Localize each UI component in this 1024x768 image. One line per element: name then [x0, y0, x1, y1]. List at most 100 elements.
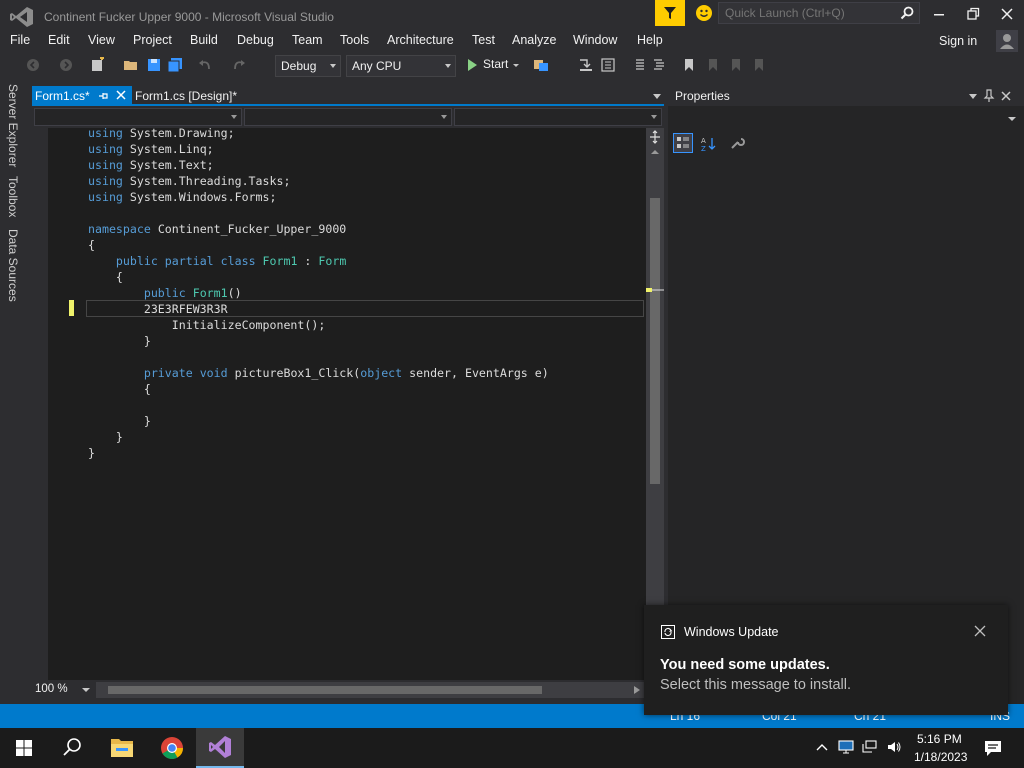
code-line[interactable]: { [88, 381, 151, 397]
alphabetical-sort-icon[interactable]: AZ [699, 135, 717, 153]
bookmark-icon[interactable] [681, 57, 697, 73]
uncomment-lines-icon[interactable] [652, 57, 668, 73]
close-tab-icon[interactable] [115, 89, 127, 101]
editor-horizontal-scroll-thumb[interactable] [108, 686, 542, 694]
code-line[interactable]: } [88, 333, 151, 349]
step-over-icon[interactable] [600, 57, 616, 73]
new-project-icon[interactable] [89, 57, 105, 73]
notification-filter-icon[interactable] [655, 0, 685, 26]
clock-time[interactable]: 5:16 PM [917, 732, 962, 746]
property-pages-wrench-icon[interactable] [729, 135, 745, 151]
menu-view[interactable]: View [88, 33, 115, 47]
code-line[interactable]: InitializeComponent(); [88, 317, 326, 333]
visual-studio-taskbar-button[interactable] [196, 728, 244, 768]
zoom-dropdown-icon[interactable] [82, 687, 90, 693]
data-sources-tab[interactable]: Data Sources [6, 229, 20, 302]
tab-form1-design[interactable]: Form1.cs [Design]* [135, 89, 237, 103]
code-line[interactable]: 23E3RFEW3R3R [88, 301, 228, 317]
menu-window[interactable]: Window [573, 33, 617, 47]
navigate-back-icon[interactable] [25, 57, 41, 73]
start-button[interactable] [0, 728, 48, 768]
code-line[interactable]: { [88, 237, 95, 253]
toast-close-icon[interactable] [972, 623, 988, 639]
toolbox-tab[interactable]: Toolbox [6, 176, 20, 217]
menu-build[interactable]: Build [190, 33, 218, 47]
menu-project[interactable]: Project [133, 33, 172, 47]
menu-file[interactable]: File [10, 33, 30, 47]
restore-icon[interactable] [963, 4, 983, 24]
close-window-icon[interactable] [997, 4, 1017, 24]
undo-icon[interactable] [197, 57, 213, 73]
menu-edit[interactable]: Edit [48, 33, 70, 47]
properties-object-selector[interactable] [668, 110, 1020, 128]
object-selector-dropdown-icon[interactable] [1008, 116, 1016, 122]
menu-debug[interactable]: Debug [237, 33, 274, 47]
redo-icon[interactable] [231, 57, 247, 73]
pin-tab-icon[interactable] [97, 90, 109, 102]
code-line[interactable]: { [88, 269, 123, 285]
categorized-view-button[interactable] [673, 133, 693, 153]
menu-test[interactable]: Test [472, 33, 495, 47]
start-dropdown-icon[interactable] [512, 57, 520, 73]
menu-team[interactable]: Team [292, 33, 323, 47]
code-line[interactable]: } [88, 413, 151, 429]
menu-architecture[interactable]: Architecture [387, 33, 454, 47]
solution-configuration-dropdown[interactable]: Debug [275, 55, 341, 77]
code-line[interactable]: using System.Windows.Forms; [88, 189, 276, 205]
minimize-icon[interactable] [929, 4, 949, 24]
types-dropdown[interactable] [244, 108, 452, 126]
menu-tools[interactable]: Tools [340, 33, 369, 47]
menu-help[interactable]: Help [637, 33, 663, 47]
code-line[interactable]: public Form1() [88, 285, 242, 301]
code-line[interactable]: private void pictureBox1_Click(object se… [88, 365, 549, 381]
monitor-tray-icon[interactable] [838, 740, 854, 754]
scroll-right-icon[interactable] [633, 685, 641, 695]
code-line[interactable]: } [88, 429, 123, 445]
sign-in-link[interactable]: Sign in [939, 34, 977, 48]
file-explorer-taskbar-button[interactable] [98, 728, 146, 768]
quick-launch-input[interactable] [719, 3, 899, 23]
menu-analyze[interactable]: Analyze [512, 33, 556, 47]
save-icon[interactable] [146, 57, 162, 73]
server-explorer-tab[interactable]: Server Explorer [6, 84, 20, 167]
quick-launch-box[interactable] [718, 2, 920, 24]
navigate-forward-icon[interactable] [58, 57, 74, 73]
start-play-icon[interactable] [464, 57, 480, 73]
code-line[interactable]: using System.Drawing; [88, 125, 235, 141]
split-editor-icon[interactable] [646, 128, 664, 146]
account-icon[interactable] [996, 30, 1018, 52]
code-line[interactable]: using System.Text; [88, 157, 214, 173]
close-panel-icon[interactable] [1000, 90, 1012, 102]
show-hidden-icons-chevron-icon[interactable] [815, 742, 829, 752]
save-all-icon[interactable] [167, 57, 183, 73]
start-button[interactable]: Start [483, 57, 508, 71]
pin-panel-icon[interactable] [983, 89, 995, 103]
network-icon[interactable] [862, 740, 878, 754]
volume-icon[interactable] [886, 740, 902, 754]
project-dropdown[interactable] [34, 108, 242, 126]
members-dropdown[interactable] [454, 108, 662, 126]
solution-platform-dropdown[interactable]: Any CPU [346, 55, 456, 77]
editor-vertical-scroll-thumb[interactable] [650, 198, 660, 484]
chrome-taskbar-button[interactable] [148, 728, 196, 768]
clock-date[interactable]: 1/18/2023 [914, 750, 967, 764]
browser-link-icon[interactable] [533, 57, 549, 73]
open-file-icon[interactable] [123, 57, 139, 73]
scroll-up-icon[interactable] [650, 148, 660, 156]
step-into-icon[interactable] [578, 57, 594, 73]
previous-bookmark-icon[interactable] [705, 57, 721, 73]
code-line[interactable]: public partial class Form1 : Form [88, 253, 346, 269]
code-line[interactable]: namespace Continent_Fucker_Upper_9000 [88, 221, 346, 237]
code-line[interactable]: using System.Threading.Tasks; [88, 173, 290, 189]
code-editor[interactable] [32, 128, 646, 680]
clear-bookmarks-icon[interactable] [751, 57, 767, 73]
search-taskbar-button[interactable] [48, 728, 96, 768]
code-line[interactable]: using System.Linq; [88, 141, 214, 157]
feedback-smiley-icon[interactable] [696, 5, 712, 21]
tab-overflow-dropdown-icon[interactable] [652, 92, 662, 100]
search-icon[interactable] [899, 5, 915, 21]
code-line[interactable]: } [88, 445, 95, 461]
next-bookmark-icon[interactable] [728, 57, 744, 73]
action-center-icon[interactable] [983, 738, 1003, 758]
panel-options-dropdown-icon[interactable] [968, 92, 978, 100]
